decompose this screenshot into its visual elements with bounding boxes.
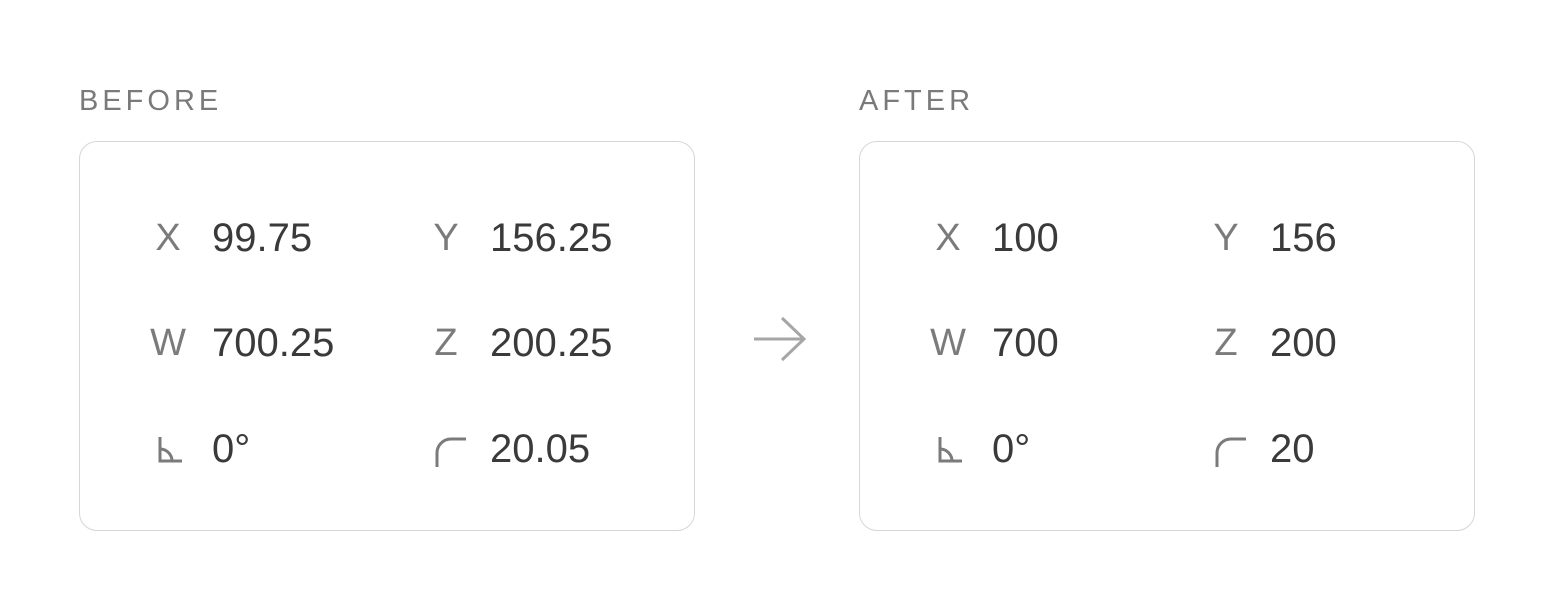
x-value[interactable]: 100 (992, 214, 1059, 262)
w-label: W (150, 322, 186, 364)
rotation-value[interactable]: 0° (992, 425, 1030, 473)
z-value[interactable]: 200 (1270, 319, 1337, 367)
rotation-value[interactable]: 0° (212, 425, 250, 473)
w-label: W (930, 322, 966, 364)
w-value[interactable]: 700.25 (212, 319, 334, 367)
angle-icon (918, 425, 978, 473)
arrow-right-icon (754, 316, 807, 362)
angle-icon (138, 425, 198, 473)
x-value[interactable]: 99.75 (212, 214, 312, 262)
z-value[interactable]: 200.25 (490, 319, 612, 367)
corner-radius-icon (1196, 425, 1256, 473)
radius-value[interactable]: 20.05 (490, 425, 590, 473)
x-label: X (155, 217, 181, 259)
x-label: X (935, 217, 961, 259)
y-value[interactable]: 156 (1270, 214, 1337, 262)
after-properties-panel: X 100 Y 156 W 700 Z 200 0° 20 (859, 141, 1475, 531)
w-value[interactable]: 700 (992, 319, 1059, 367)
z-label: Z (434, 322, 458, 364)
y-label: Y (1213, 217, 1239, 259)
y-label: Y (433, 217, 459, 259)
corner-radius-icon (416, 425, 476, 473)
before-properties-panel: X 99.75 Y 156.25 W 700.25 Z 200.25 0° 20… (79, 141, 695, 531)
y-value[interactable]: 156.25 (490, 214, 612, 262)
radius-value[interactable]: 20 (1270, 425, 1315, 473)
after-heading: AFTER (859, 85, 975, 117)
z-label: Z (1214, 322, 1238, 364)
before-heading: BEFORE (79, 85, 223, 117)
